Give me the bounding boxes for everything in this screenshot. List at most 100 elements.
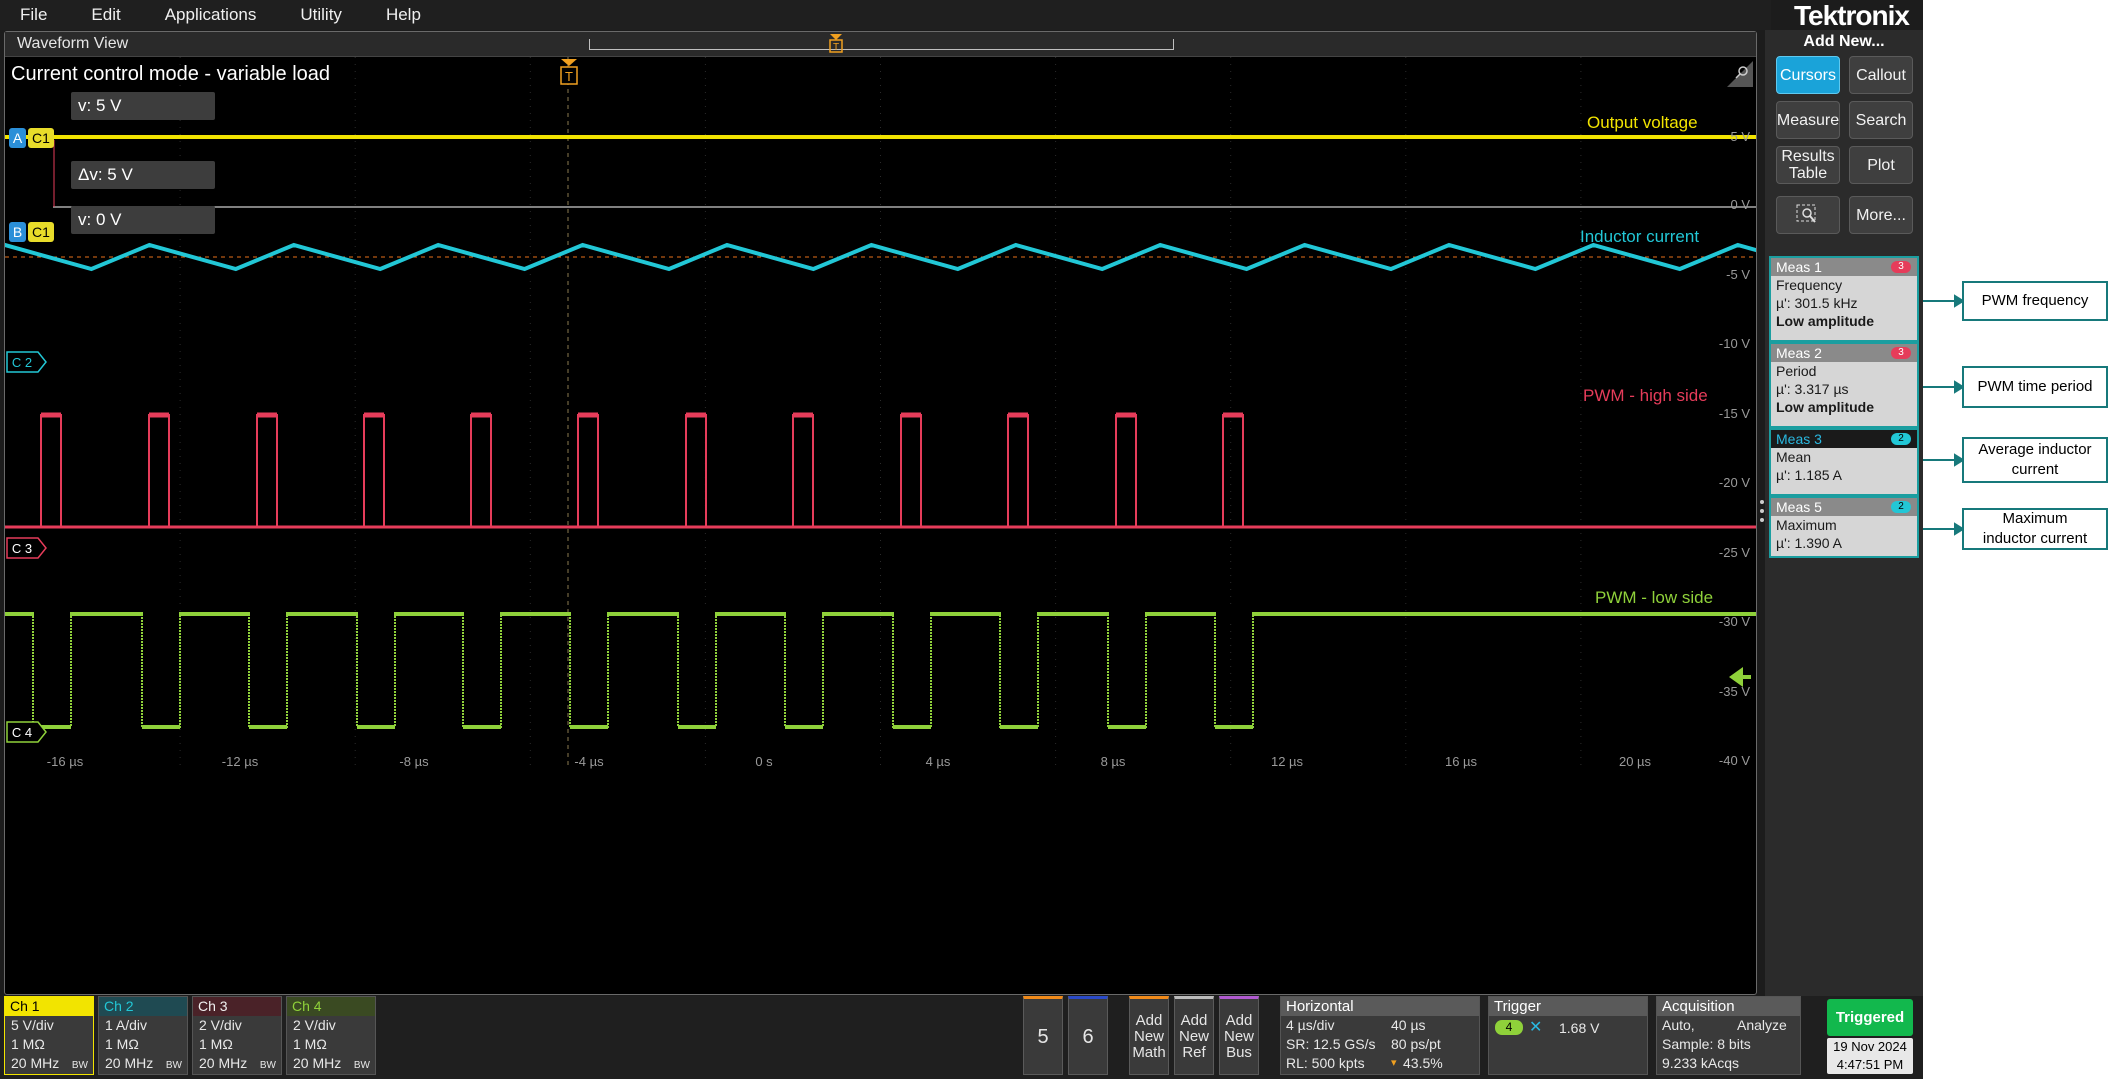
y-tick-label: 5 V [1730,129,1750,144]
trace-label-inductor-current: Inductor current [1580,227,1700,246]
zoom-button[interactable] [1776,196,1840,234]
annotation-maximum-inductor-current: Maximum inductor current [1962,508,2108,550]
meas-3-value: µ': 1.185 A [1776,467,1843,483]
channel-2-scale: 1 A/div [105,1017,148,1033]
x-tick-label: 0 s [755,754,773,769]
meas-1-badge[interactable]: Meas 1 3 Frequency µ': 301.5 kHz Low amp… [1769,256,1919,342]
pwm-low-gap [358,610,394,618]
tektronix-logo: Tektronix [1794,0,1910,31]
trigger-status-button[interactable]: Triggered [1827,999,1913,1036]
trigger-position-small-icon: ▾ [1391,1057,1397,1069]
zoom-corner-icon[interactable] [1727,61,1753,87]
acquisition-badge[interactable]: Acquisition Auto, Analyze Sample: 8 bits … [1656,996,1801,1075]
add-math-line2: New [1133,1028,1164,1045]
waveform-svg [5,57,1756,767]
channel-2-badge[interactable]: Ch 2 1 A/div 1 MΩ 20 MHz BW [98,996,188,1075]
plot-button[interactable]: Plot [1849,146,1913,184]
horizontal-position: 43.5% [1403,1055,1443,1071]
cursor-b-channel-badge[interactable]: C1 [28,222,54,242]
more-button[interactable]: More... [1849,196,1913,234]
y-tick-label: -40 V [1718,753,1750,768]
add-ref-line1: Add [1180,1012,1208,1029]
channel-2-name: Ch 2 [99,997,187,1016]
menu-applications[interactable]: Applications [143,0,279,30]
horizontal-badge[interactable]: Horizontal 4 µs/div 40 µs SR: 12.5 GS/s 80… [1280,996,1480,1075]
x-tick-label: 4 µs [925,754,951,769]
meas-5-source: 2 [1891,501,1911,513]
pwm-low-gap [894,610,930,618]
pwm-low-gap [34,610,70,618]
cursor-a-badge[interactable]: A [9,128,26,148]
pwm-low-gap [786,610,822,618]
cursor-a-readout[interactable]: v: 5 V [71,92,215,120]
channel-2-marker[interactable]: C 2 [6,351,48,373]
meas-2-value: µ': 3.317 µs [1776,381,1849,397]
trigger-position-letter: T [565,69,573,84]
x-tick-label: 20 µs [1618,754,1652,769]
annotation-pwm-time-period: PWM time period [1962,366,2108,408]
cursors-button[interactable]: Cursors [1776,56,1840,94]
cursor-b-badge[interactable]: B [9,222,26,242]
menu-edit[interactable]: Edit [69,0,142,30]
cursor-b-readout[interactable]: v: 0 V [71,206,215,234]
meas-2-badge[interactable]: Meas 2 3 Period µ': 3.317 µs Low amplitu… [1769,342,1919,428]
date-time-display[interactable]: 19 Nov 2024 4:47:51 PM [1827,1038,1913,1074]
horizontal-sample-rate: SR: 12.5 GS/s [1286,1036,1376,1052]
channel-1-badge[interactable]: Ch 1 5 V/div 1 MΩ 20 MHz BW [4,996,94,1075]
horizontal-duration: 40 µs [1391,1017,1426,1033]
y-tick-label: -5 V [1726,267,1750,282]
waveform-view-header: Waveform View T [5,32,1756,57]
channel-5-button[interactable]: 5 [1023,996,1063,1075]
menu-file[interactable]: File [0,0,69,30]
channel-3-marker[interactable]: C 3 [6,537,48,559]
channel-1-name: Ch 1 [5,997,93,1016]
cursor-a-channel-badge[interactable]: C1 [28,128,54,148]
cursor-delta-readout[interactable]: Δv: 5 V [71,161,215,189]
trigger-source: 4 [1495,1020,1523,1035]
trigger-title: Trigger [1489,997,1647,1016]
channel-4-marker[interactable]: C 4 [6,721,48,743]
meas-3-badge[interactable]: Meas 3 2 Mean µ': 1.185 A [1769,428,1919,496]
meas-2-source: 3 [1891,347,1911,359]
meas-1-header: Meas 1 3 [1771,258,1917,276]
y-tick-label: -25 V [1718,545,1750,560]
channel-4-scale: 2 V/div [293,1017,336,1033]
results-table-button[interactable]: Results Table [1776,146,1840,184]
channel-3-badge[interactable]: Ch 3 2 V/div 1 MΩ 20 MHz BW [192,996,282,1075]
pwm-low-gap [1001,610,1037,618]
panel-resize-handle[interactable] [1760,500,1764,526]
meas-5-header: Meas 5 2 [1771,498,1917,516]
add-new-panel: Add New... Cursors Callout Measure Searc… [1765,30,1923,1079]
trigger-badge[interactable]: Trigger 4 ✕ 1.68 V [1488,996,1648,1075]
measure-button[interactable]: Measure [1776,101,1840,139]
search-button[interactable]: Search [1849,101,1913,139]
add-new-ref-button[interactable]: Add New Ref [1174,996,1214,1075]
bw-limit-icon: BW [71,1060,88,1071]
horizontal-scale: 4 µs/div [1286,1017,1335,1033]
add-new-bus-button[interactable]: Add New Bus [1219,996,1259,1075]
menu-help[interactable]: Help [364,0,443,30]
menu-utility[interactable]: Utility [278,0,364,30]
pwm-low-gap [143,610,179,618]
trigger-position-icon[interactable]: T [558,59,580,87]
add-new-math-button[interactable]: Add New Math [1129,996,1169,1075]
channel-4-badge[interactable]: Ch 4 2 V/div 1 MΩ 20 MHz BW [286,996,376,1075]
bw-limit-icon: BW [165,1060,182,1071]
add-bus-line3: Bus [1226,1044,1252,1061]
horizontal-resolution: 80 ps/pt [1391,1036,1441,1052]
meas-5-value: µ': 1.390 A [1776,535,1843,551]
y-tick-label: -30 V [1718,614,1750,629]
meas-5-badge[interactable]: Meas 5 2 Maximum µ': 1.390 A [1769,496,1919,558]
add-math-line1: Add [1135,1012,1163,1029]
channel-4-name: Ch 4 [287,997,375,1016]
time-text: 4:47:51 PM [1836,1057,1904,1072]
annotation-average-inductor-current: Average inductor current [1962,437,2108,483]
waveform-plot-area[interactable]: Current control mode - variable load T v… [5,57,1756,994]
meas-3-header: Meas 3 2 [1771,430,1917,448]
trigger-slope-icon: ✕ [1529,1019,1543,1036]
graticule [53,57,1756,767]
callout-button[interactable]: Callout [1849,56,1913,94]
channel-6-button[interactable]: 6 [1068,996,1108,1075]
meas-1-note: Low amplitude [1776,313,1874,329]
record-overview-bar[interactable] [589,39,1174,50]
